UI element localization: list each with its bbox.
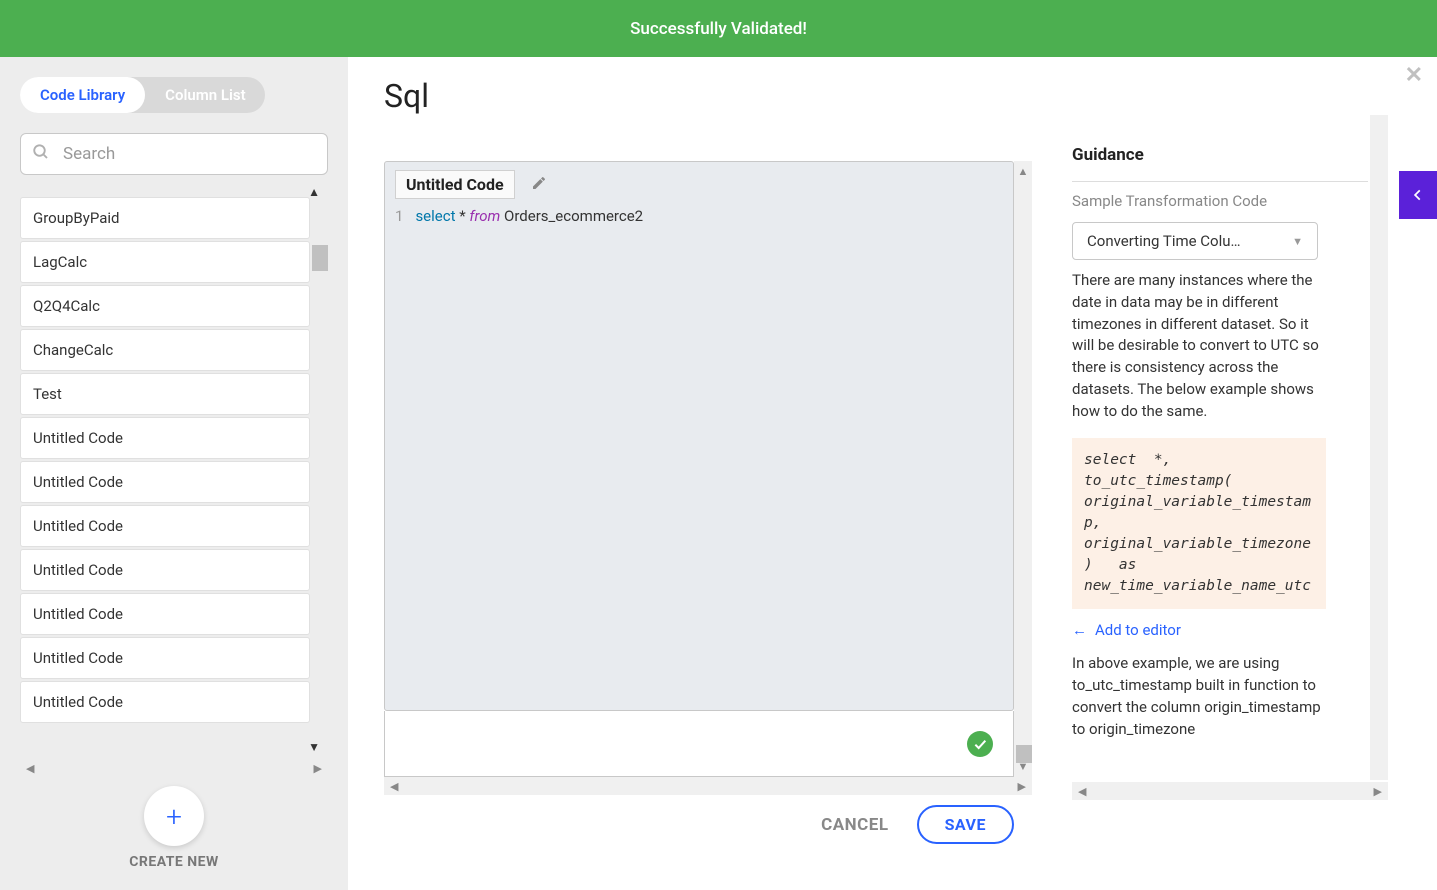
scroll-down-icon[interactable]: ▼ (308, 740, 320, 754)
editor-status-bar (384, 711, 1014, 777)
code-name-field[interactable]: Untitled Code (395, 170, 515, 199)
editor-area: Untitled Code 1 select * from Orders_eco… (384, 161, 1014, 777)
search-input[interactable] (20, 133, 328, 175)
code-list-wrap: ▲ GroupByPaid LagCalc Q2Q4Calc ChangeCal… (20, 183, 328, 756)
list-item[interactable]: Untitled Code (20, 461, 310, 503)
keyword-from: from (469, 207, 500, 225)
divider (1072, 181, 1368, 182)
list-item[interactable]: ChangeCalc (20, 329, 310, 371)
main-panel: ✕ Sql Untitled Code 1 select * from Orde… (348, 57, 1437, 890)
guidance-panel: Guidance Sample Transformation Code Conv… (1072, 145, 1368, 780)
scroll-right-icon[interactable]: ▶ (314, 762, 322, 775)
create-new-section: + CREATE NEW (20, 776, 328, 870)
scroll-right-icon[interactable]: ▶ (1374, 785, 1382, 798)
guidance-scrollbar-v[interactable] (1370, 115, 1388, 780)
save-button[interactable]: SAVE (917, 805, 1014, 844)
chevron-down-icon: ▼ (1292, 235, 1303, 248)
code-editor[interactable]: Untitled Code 1 select * from Orders_eco… (384, 161, 1014, 711)
code-line[interactable]: 1 select * from Orders_ecommerce2 (385, 207, 1013, 235)
page-title: Sql (384, 77, 429, 115)
list-item[interactable]: Untitled Code (20, 637, 310, 679)
banner-message: Successfully Validated! (630, 19, 807, 39)
list-item[interactable]: Untitled Code (20, 549, 310, 591)
code-text: * (456, 207, 470, 225)
line-number: 1 (395, 207, 403, 225)
scrollbar-thumb[interactable] (312, 245, 328, 271)
cancel-button[interactable]: CANCEL (821, 815, 888, 835)
search-icon (32, 143, 50, 165)
plus-icon: + (166, 800, 182, 833)
code-sample: select *, to_utc_timestamp( original_var… (1072, 438, 1326, 609)
code-list: GroupByPaid LagCalc Q2Q4Calc ChangeCalc … (20, 197, 310, 742)
tab-code-library[interactable]: Code Library (20, 77, 145, 113)
guidance-title: Guidance (1072, 145, 1368, 165)
sidebar-tabs: Code Library Column List (20, 77, 265, 113)
pencil-icon[interactable] (531, 175, 547, 195)
arrow-left-icon: ← (1072, 621, 1087, 639)
guidance-paragraph: In above example, we are using to_utc_ti… (1072, 653, 1322, 740)
keyword-select: select (415, 207, 455, 225)
add-to-editor-link[interactable]: ← Add to editor (1072, 621, 1368, 639)
editor-header: Untitled Code (385, 162, 1013, 207)
scroll-left-icon[interactable]: ◀ (26, 762, 34, 775)
scroll-up-icon[interactable]: ▲ (1018, 165, 1029, 178)
success-banner: Successfully Validated! (0, 0, 1437, 57)
guidance-scrollbar-h[interactable]: ◀ ▶ (1072, 782, 1388, 800)
scroll-right-icon[interactable]: ▶ (1018, 780, 1026, 793)
action-buttons: CANCEL SAVE (384, 805, 1014, 844)
check-circle-icon (967, 731, 993, 757)
search-wrap (20, 133, 328, 175)
guidance-body: Converting Time Colu… ▼ There are many i… (1072, 222, 1368, 758)
add-to-editor-label: Add to editor (1095, 621, 1181, 639)
list-scrollbar-v[interactable] (310, 197, 328, 742)
list-item[interactable]: GroupByPaid (20, 197, 310, 239)
code-text: Orders_ecommerce2 (500, 207, 643, 225)
list-item[interactable]: Untitled Code (20, 417, 310, 459)
scrollbar-thumb[interactable] (1016, 745, 1032, 763)
list-item[interactable]: Q2Q4Calc (20, 285, 310, 327)
transformation-dropdown[interactable]: Converting Time Colu… ▼ (1072, 222, 1318, 260)
create-new-button[interactable]: + (144, 786, 204, 846)
list-item[interactable]: LagCalc (20, 241, 310, 283)
list-item[interactable]: Untitled Code (20, 505, 310, 547)
editor-scrollbar-v[interactable]: ▲ ▼ (1014, 161, 1032, 777)
list-item[interactable]: Test (20, 373, 310, 415)
sidebar: Code Library Column List ▲ GroupByPaid L… (0, 57, 348, 890)
list-item[interactable]: Untitled Code (20, 681, 310, 723)
tab-column-list[interactable]: Column List (145, 77, 265, 113)
guidance-paragraph: There are many instances where the date … (1072, 270, 1322, 422)
guidance-subtitle: Sample Transformation Code (1072, 192, 1368, 210)
editor-scrollbar-h[interactable]: ◀ ▶ (384, 777, 1032, 795)
list-item[interactable]: Untitled Code (20, 593, 310, 635)
scroll-left-icon[interactable]: ◀ (390, 780, 398, 793)
close-icon[interactable]: ✕ (1405, 63, 1423, 88)
create-new-label: CREATE NEW (129, 854, 219, 870)
scroll-left-icon[interactable]: ◀ (1078, 785, 1086, 798)
collapse-panel-button[interactable] (1399, 171, 1437, 219)
dropdown-selected: Converting Time Colu… (1087, 232, 1241, 250)
list-scrollbar-h[interactable]: ◀ ▶ (20, 760, 328, 776)
